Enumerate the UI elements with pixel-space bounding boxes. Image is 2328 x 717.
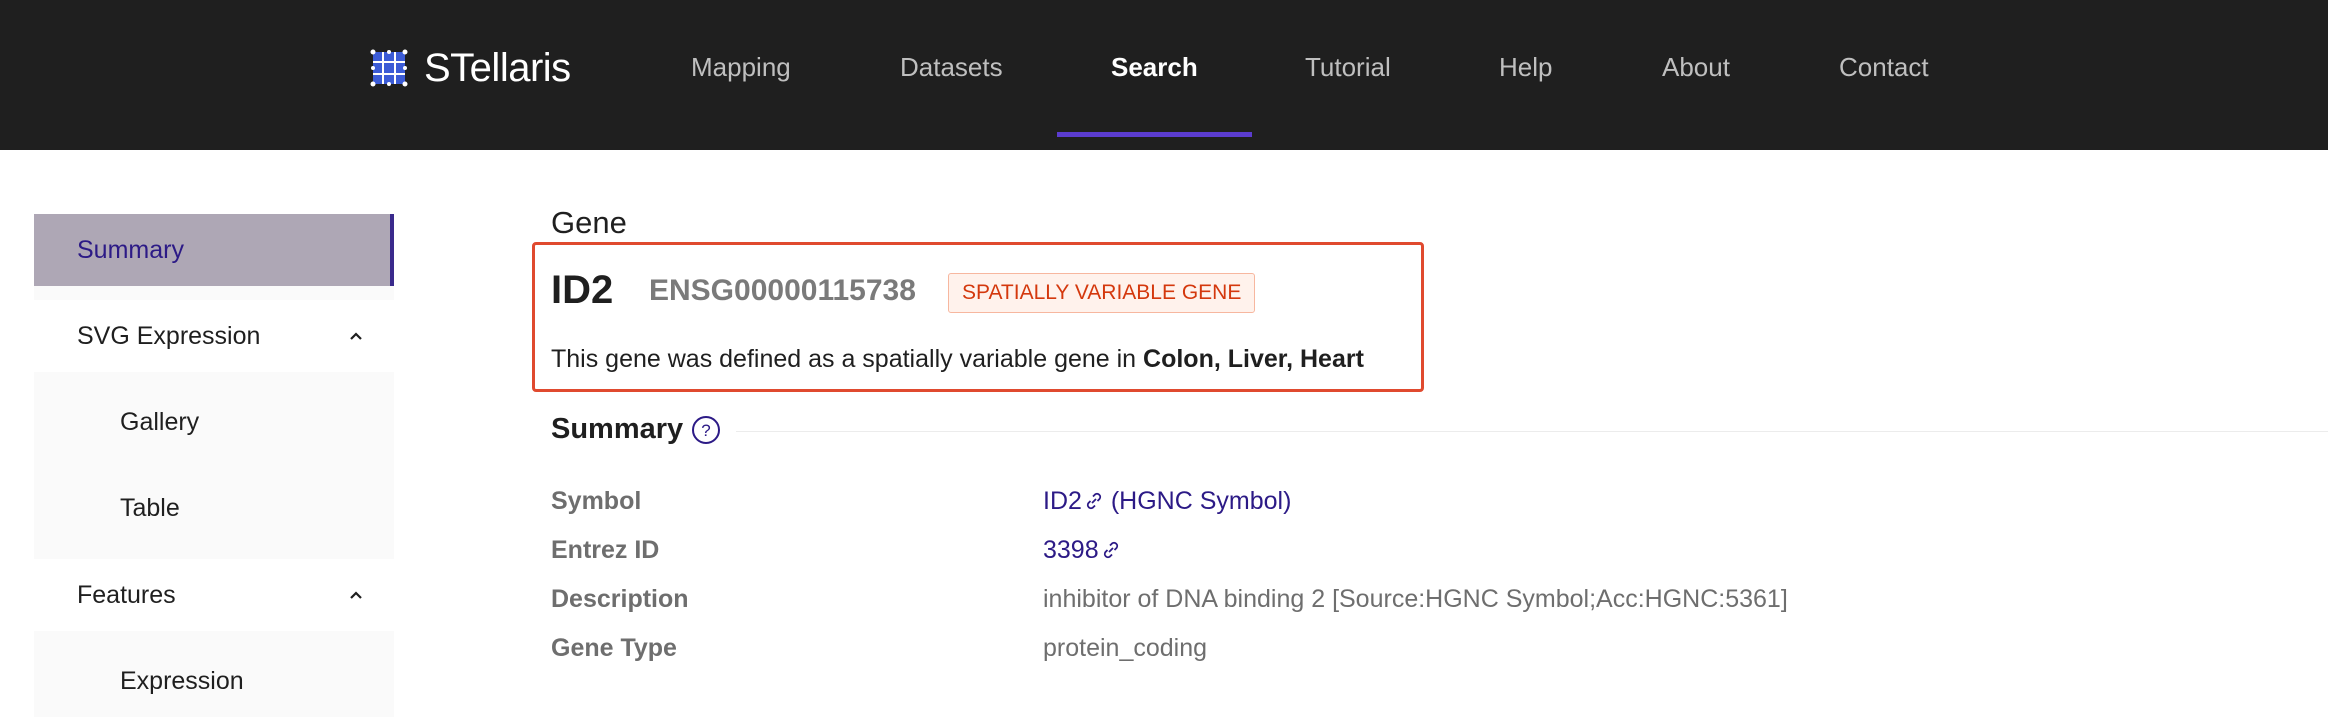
gene-desc-tissues: Colon, Liver, Heart — [1143, 345, 1364, 373]
link-icon — [1086, 492, 1101, 510]
summary-label-entrez: Entrez ID — [551, 536, 660, 564]
svg-text:?: ? — [701, 421, 710, 440]
sidebar-item-label: Summary — [77, 235, 184, 264]
symbol-source-text: (HGNC Symbol) — [1103, 487, 1292, 515]
spatially-variable-badge: SPATIALLY VARIABLE GENE — [948, 273, 1256, 313]
gene-svg-description: This gene was defined as a spatially var… — [551, 345, 1364, 374]
summary-value-gene-type: protein_coding — [1043, 634, 1208, 662]
sidebar-menu: Summary SVG Expression Gallery Table Fea… — [34, 214, 394, 717]
summary-title: Summary — [551, 413, 684, 445]
sidebar-item-label: SVG Expression — [77, 321, 261, 350]
entrez-link-text: 3398 — [1043, 536, 1099, 564]
symbol-link-text: ID2 — [1043, 487, 1082, 515]
app-name: STellaris — [424, 45, 571, 90]
summary-label-cutoff — [551, 680, 671, 688]
summary-label-gene-type: Gene Type — [551, 634, 677, 662]
app-logo[interactable]: STellaris — [370, 44, 571, 92]
sidebar-item-label: Gallery — [120, 407, 200, 436]
nav-item-help[interactable]: Help — [1499, 52, 1552, 83]
summary-label-symbol: Symbol — [551, 487, 642, 515]
summary-value-entrez-link[interactable]: 3398 — [1043, 536, 1121, 565]
nav-item-contact[interactable]: Contact — [1839, 52, 1929, 83]
sidebar-item-expression[interactable]: Expression — [34, 645, 394, 717]
summary-value-description: inhibitor of DNA binding 2 [Source:HGNC … — [1043, 585, 1788, 613]
section-heading-gene: Gene — [551, 205, 627, 240]
sidebar-item-table[interactable]: Table — [34, 472, 394, 544]
sidebar-item-svg-expression[interactable]: SVG Expression — [34, 300, 394, 372]
nav-item-mapping[interactable]: Mapping — [691, 52, 791, 83]
summary-value-symbol-link[interactable]: ID2 (HGNC Symbol) — [1043, 487, 1291, 516]
nav-item-tutorial[interactable]: Tutorial — [1305, 52, 1391, 83]
sidebar-item-label: Expression — [120, 667, 244, 695]
link-icon — [1103, 541, 1118, 559]
sidebar-item-features[interactable]: Features — [34, 559, 394, 631]
nav-item-datasets[interactable]: Datasets — [900, 52, 1003, 83]
summary-label-description: Description — [551, 585, 689, 613]
sidebar-item-label: Features — [77, 580, 176, 609]
logo-grid-icon — [370, 49, 408, 87]
active-nav-indicator — [1057, 132, 1252, 137]
gene-ensembl-id: ENSG00000115738 — [649, 274, 916, 307]
nav-item-search[interactable]: Search — [1111, 52, 1198, 83]
sidebar-item-summary[interactable]: Summary — [34, 214, 394, 286]
summary-divider — [736, 431, 2328, 432]
sidebar-item-gallery[interactable]: Gallery — [34, 386, 394, 458]
chevron-up-icon — [350, 332, 362, 340]
gene-desc-prefix: This gene was defined as a spatially var… — [551, 345, 1144, 373]
chevron-up-icon — [350, 591, 362, 599]
sidebar-item-label: Table — [120, 493, 180, 522]
question-circle-icon[interactable]: ? — [691, 415, 721, 445]
nav-item-about[interactable]: About — [1662, 52, 1730, 83]
top-navbar: STellaris Mapping Datasets Search Tutori… — [0, 0, 2328, 150]
gene-symbol: ID2 — [551, 268, 614, 312]
